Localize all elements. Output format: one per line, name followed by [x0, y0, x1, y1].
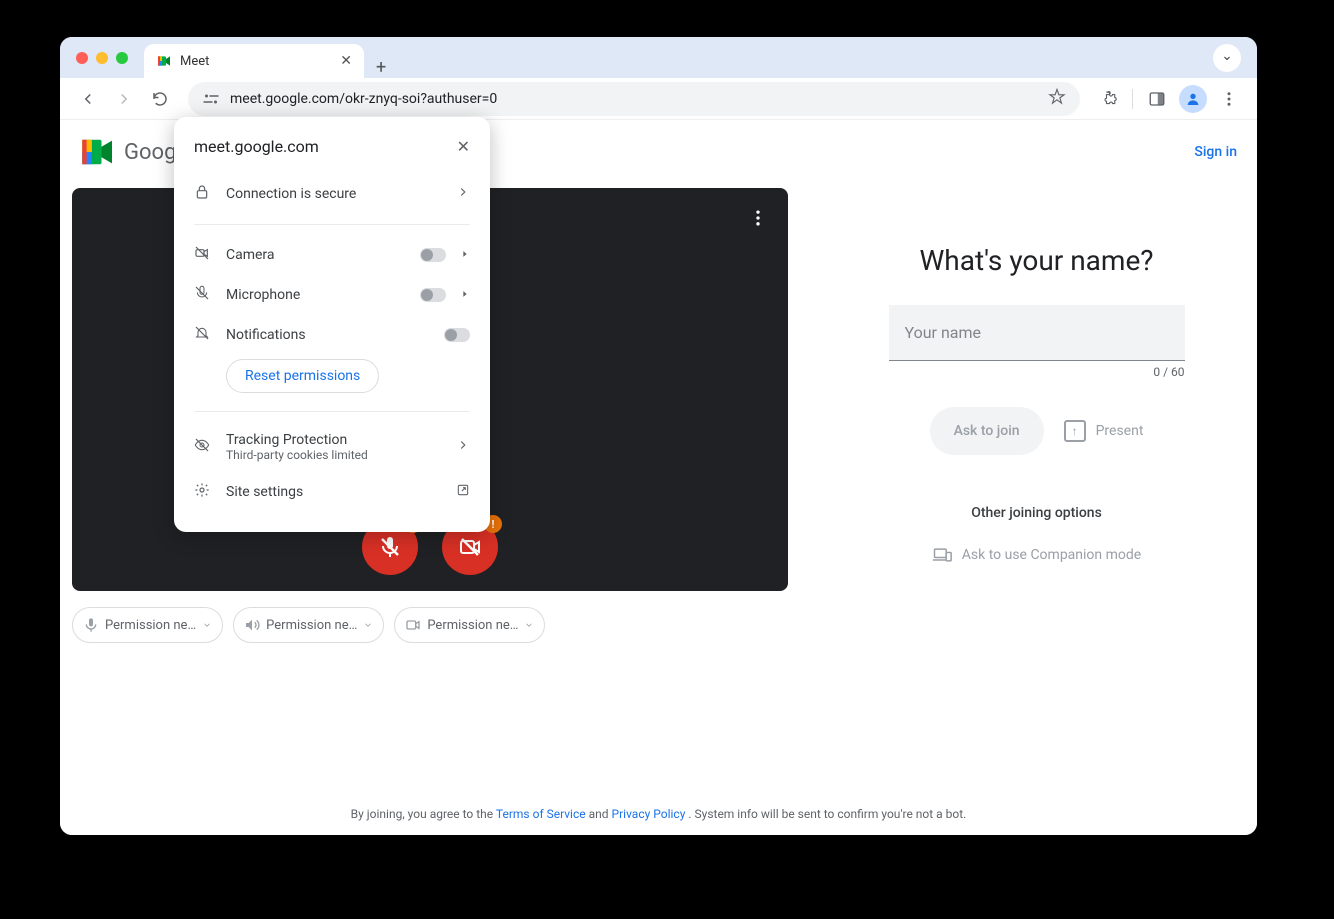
companion-mode-button[interactable]: Ask to use Companion mode [932, 545, 1141, 565]
speaker-chip[interactable]: Permission ne… [233, 607, 384, 643]
meet-favicon-icon [156, 53, 172, 69]
window-maximize[interactable] [116, 52, 128, 64]
window-close[interactable] [76, 52, 88, 64]
eye-off-icon [194, 437, 212, 457]
tab-title: Meet [180, 54, 209, 69]
reload-button[interactable] [144, 83, 176, 115]
char-counter: 0 / 60 [889, 365, 1185, 379]
meet-logo-icon [80, 138, 116, 166]
tracking-sublabel: Third-party cookies limited [226, 448, 442, 462]
chevron-down-icon [524, 620, 534, 630]
gear-icon [194, 482, 212, 502]
present-button[interactable]: ↑ Present [1064, 420, 1144, 442]
menu-button[interactable] [1213, 83, 1245, 115]
notifications-permission-row: Notifications [194, 315, 470, 355]
popup-header: meet.google.com ✕ [194, 137, 470, 156]
bookmark-icon[interactable] [1048, 88, 1066, 110]
camera-chip-label: Permission ne… [427, 618, 518, 633]
mic-icon [83, 617, 99, 633]
window-minimize[interactable] [96, 52, 108, 64]
chevron-down-icon [202, 620, 212, 630]
device-chips: Permission ne… Permission ne… Permission… [72, 607, 788, 643]
back-button[interactable] [72, 83, 104, 115]
footer: By joining, you agree to the Terms of Se… [60, 807, 1257, 821]
ask-to-join-button[interactable]: Ask to join [930, 407, 1044, 455]
reset-permissions-button[interactable]: Reset permissions [226, 359, 379, 393]
camera-chip[interactable]: Permission ne… [394, 607, 545, 643]
site-settings-icon[interactable] [202, 92, 220, 106]
speaker-chip-label: Permission ne… [266, 618, 357, 633]
mic-chip[interactable]: Permission ne… [72, 607, 223, 643]
tab-strip: Meet ✕ + [144, 37, 386, 78]
companion-label: Ask to use Companion mode [962, 547, 1141, 563]
chevron-right-icon [456, 185, 470, 203]
companion-icon [932, 545, 952, 565]
bell-off-icon [194, 325, 212, 345]
titlebar: Meet ✕ + [60, 37, 1257, 78]
popup-divider [194, 411, 470, 412]
lock-icon [194, 184, 212, 204]
tos-link[interactable]: Terms of Service [496, 807, 586, 821]
site-settings-label: Site settings [226, 484, 442, 500]
popup-title: meet.google.com [194, 137, 319, 156]
url-text: meet.google.com/okr-znyq-soi?authuser=0 [230, 91, 497, 107]
microphone-permission-row: Microphone [194, 275, 470, 315]
footer-and: and [589, 807, 612, 821]
right-pane: What's your name? 0 / 60 Ask to join ↑ P… [828, 184, 1245, 643]
tracking-label: Tracking Protection [226, 432, 442, 448]
browser-tab-meet[interactable]: Meet ✕ [144, 44, 364, 78]
mic-off-icon [378, 535, 402, 559]
chevron-down-icon [363, 620, 373, 630]
join-buttons: Ask to join ↑ Present [930, 407, 1144, 455]
connection-secure-row[interactable]: Connection is secure [194, 174, 470, 214]
microphone-toggle[interactable] [420, 288, 446, 302]
toolbar-divider [1132, 89, 1133, 109]
footer-suffix: . System info will be sent to confirm yo… [688, 807, 966, 821]
notifications-toggle[interactable] [444, 328, 470, 342]
notifications-label: Notifications [226, 327, 430, 343]
footer-prefix: By joining, you agree to the [351, 807, 496, 821]
camera-off-icon [194, 245, 212, 265]
camera-permission-row: Camera [194, 235, 470, 275]
forward-button[interactable] [108, 83, 140, 115]
other-options-heading: Other joining options [971, 505, 1102, 521]
traffic-lights [76, 52, 128, 64]
camera-off-icon [458, 535, 482, 559]
site-settings-row[interactable]: Site settings [194, 472, 470, 512]
caret-right-icon[interactable] [460, 287, 470, 303]
browser-toolbar: meet.google.com/okr-znyq-soi?authuser=0 [60, 78, 1257, 120]
tabs-dropdown-button[interactable] [1213, 44, 1241, 72]
name-input-wrap: 0 / 60 [889, 305, 1185, 379]
browser-window: Meet ✕ + meet.google.com/okr-znyq-soi?au… [60, 37, 1257, 835]
site-info-popup: meet.google.com ✕ Connection is secure C… [174, 117, 490, 532]
new-tab-button[interactable]: + [376, 57, 386, 78]
extensions-button[interactable] [1092, 83, 1124, 115]
signin-link[interactable]: Sign in [1194, 144, 1237, 160]
present-label: Present [1096, 423, 1144, 439]
speaker-icon [244, 617, 260, 633]
side-panel-button[interactable] [1141, 83, 1173, 115]
tracking-protection-row[interactable]: Tracking Protection Third-party cookies … [194, 422, 470, 472]
popup-divider [194, 224, 470, 225]
profile-button[interactable] [1177, 83, 1209, 115]
tab-close-icon[interactable]: ✕ [340, 53, 352, 69]
secure-label: Connection is secure [226, 186, 442, 202]
caret-right-icon[interactable] [460, 247, 470, 263]
mic-off-icon [194, 285, 212, 305]
name-heading: What's your name? [919, 244, 1153, 277]
address-bar[interactable]: meet.google.com/okr-znyq-soi?authuser=0 [188, 82, 1080, 116]
microphone-label: Microphone [226, 287, 406, 303]
present-icon: ↑ [1064, 420, 1086, 442]
name-input[interactable] [889, 305, 1185, 361]
privacy-link[interactable]: Privacy Policy [612, 807, 686, 821]
preview-more-button[interactable] [748, 208, 768, 232]
camera-icon [405, 617, 421, 633]
camera-label: Camera [226, 247, 406, 263]
popup-close-icon[interactable]: ✕ [457, 137, 470, 156]
camera-toggle[interactable] [420, 248, 446, 262]
external-link-icon [456, 483, 470, 501]
mic-chip-label: Permission ne… [105, 618, 196, 633]
chevron-right-icon [456, 438, 470, 456]
chevron-down-icon [1221, 52, 1233, 64]
